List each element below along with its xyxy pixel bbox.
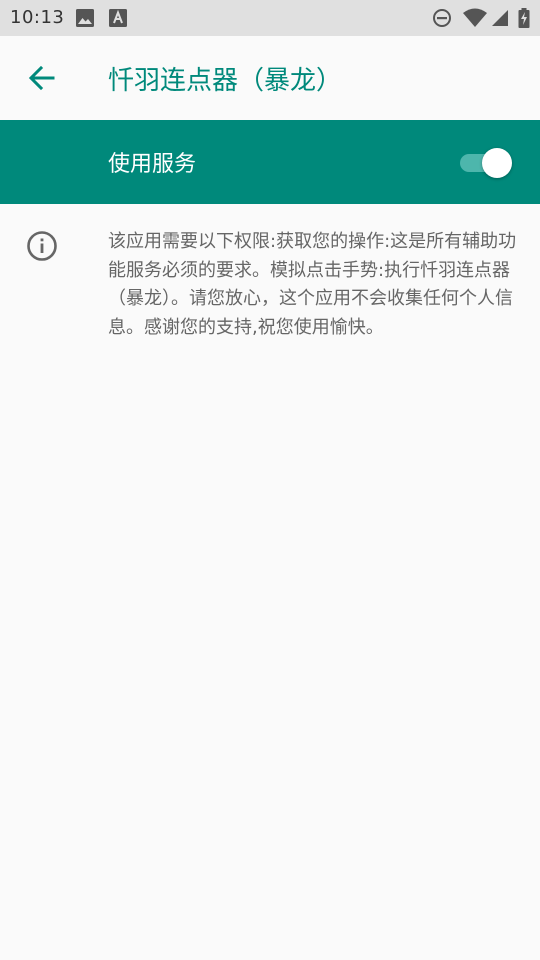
wifi-icon xyxy=(462,8,488,28)
battery-charging-icon xyxy=(518,8,530,28)
use-service-toggle[interactable] xyxy=(460,148,512,178)
status-bar: 10:13 xyxy=(0,0,540,36)
toggle-thumb xyxy=(482,148,512,178)
app-bar: 忏羽连点器（暴龙） xyxy=(0,36,540,120)
image-icon xyxy=(76,9,94,27)
permission-description: 该应用需要以下权限:获取您的操作:这是所有辅助功能服务必须的要求。模拟点击手势:… xyxy=(108,231,517,338)
info-icon xyxy=(26,230,58,262)
status-time: 10:13 xyxy=(10,7,65,28)
font-a-icon xyxy=(109,9,127,27)
back-button[interactable] xyxy=(20,56,64,100)
do-not-disturb-icon xyxy=(432,8,452,28)
arrow-back-icon xyxy=(28,65,55,91)
page-title: 忏羽连点器（暴龙） xyxy=(108,66,343,96)
use-service-switch-bar[interactable]: 使用服务 xyxy=(0,120,540,204)
signal-icon xyxy=(490,8,510,28)
use-service-label: 使用服务 xyxy=(108,152,197,177)
